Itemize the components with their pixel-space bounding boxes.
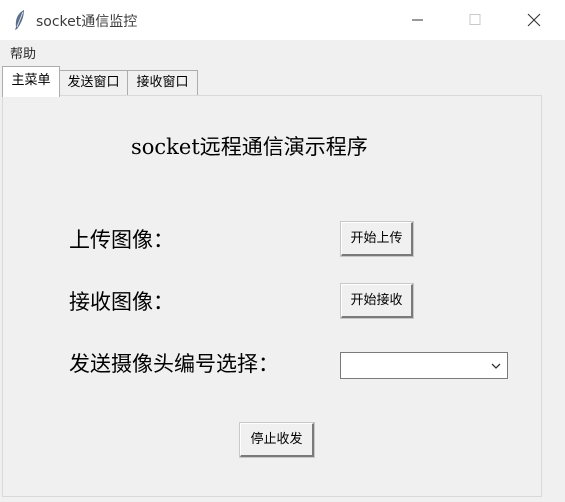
tab-receive-window[interactable]: 接收窗口 (127, 70, 198, 96)
upload-image-label: 上传图像： (69, 228, 174, 252)
tab-main-menu[interactable]: 主菜单 (2, 66, 60, 97)
chevron-down-icon[interactable] (490, 361, 502, 371)
page-title: socket远程通信演示程序 (131, 135, 368, 159)
window-title: socket通信监控 (36, 14, 138, 30)
receive-image-label: 接收图像： (69, 290, 174, 314)
title-bar: socket通信监控 (0, 0, 565, 40)
feather-icon (15, 10, 24, 30)
minimize-button[interactable] (394, 0, 440, 40)
tab-send-window[interactable]: 发送窗口 (59, 70, 128, 96)
start-receive-button[interactable]: 开始接收 (341, 284, 413, 318)
camera-select[interactable] (340, 352, 508, 379)
stop-button[interactable]: 停止收发 (240, 423, 314, 457)
minimize-icon (412, 19, 423, 21)
menu-help[interactable]: 帮助 (10, 43, 36, 62)
maximize-icon (469, 14, 481, 25)
close-button[interactable] (511, 0, 557, 40)
maximize-button[interactable] (452, 0, 498, 40)
start-upload-button[interactable]: 开始上传 (341, 222, 413, 256)
camera-select-label: 发送摄像头编号选择： (69, 352, 279, 376)
close-icon (527, 13, 541, 27)
menu-bar: 帮助 (0, 40, 565, 62)
